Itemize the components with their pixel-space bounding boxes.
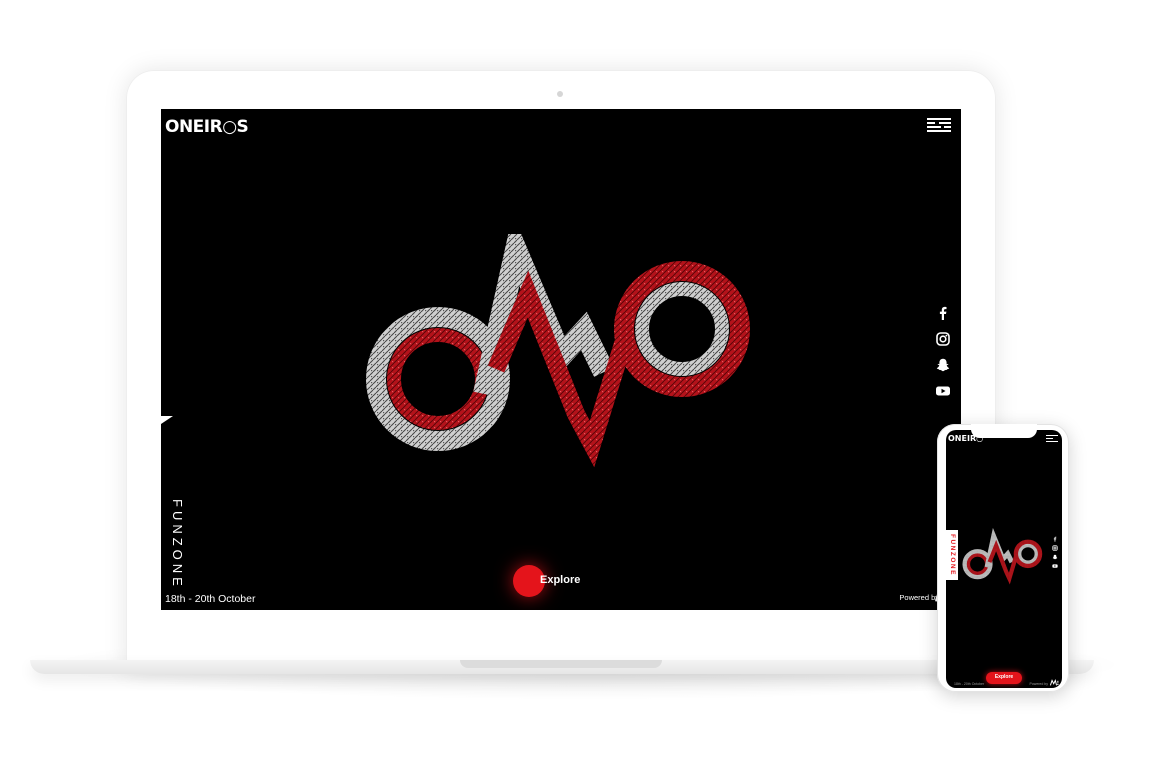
hamburger-menu-icon[interactable] (927, 118, 951, 132)
mobile-explore-button[interactable]: Explore (986, 672, 1022, 684)
mobile-social-links (1052, 536, 1060, 572)
mobile-hamburger-menu-icon[interactable] (1046, 435, 1058, 442)
powered-by-label: Powered by (899, 593, 939, 602)
laptop-camera (557, 91, 563, 97)
youtube-icon[interactable] (935, 383, 951, 399)
laptop-base-notch (460, 660, 662, 668)
mobile-powered-by-label: Powered by (1029, 682, 1048, 686)
mobile-sponsor-logo-icon[interactable] (1050, 678, 1059, 687)
hero-oneiros-logo (366, 234, 750, 468)
mobile-snapchat-icon[interactable] (1052, 554, 1058, 560)
mobile-funzone-label: FUNZONE (949, 534, 956, 576)
phone-notch (971, 424, 1037, 438)
mobile-hero-logo (962, 528, 1043, 585)
explore-label: Explore (540, 574, 581, 586)
funzone-tab[interactable]: FUNZONE (161, 299, 185, 590)
facebook-icon[interactable] (935, 305, 951, 321)
funzone-label: FUNZONE (170, 499, 185, 590)
mobile-event-dates: 18th - 20th October (954, 682, 985, 686)
mobile-instagram-icon[interactable] (1052, 545, 1058, 551)
social-links (935, 305, 955, 409)
mobile-explore-label: Explore (994, 674, 1014, 680)
mobile-youtube-icon[interactable] (1052, 563, 1058, 569)
instagram-icon[interactable] (935, 331, 951, 347)
event-dates: 18th - 20th October (165, 593, 256, 605)
mobile-screen: ONEIR○ FUNZONE Explore 18th - 20th Octob… (946, 430, 1062, 688)
explore-button[interactable]: Explore (513, 565, 603, 599)
mobile-facebook-icon[interactable] (1052, 536, 1058, 542)
site-logo[interactable]: ONEIR○S (165, 117, 249, 137)
desktop-screen: ONEIR○S FUNZONE Explore 18th - 20th Octo… (161, 109, 961, 610)
funzone-tab-notch (161, 416, 173, 424)
snapchat-icon[interactable] (935, 357, 951, 373)
